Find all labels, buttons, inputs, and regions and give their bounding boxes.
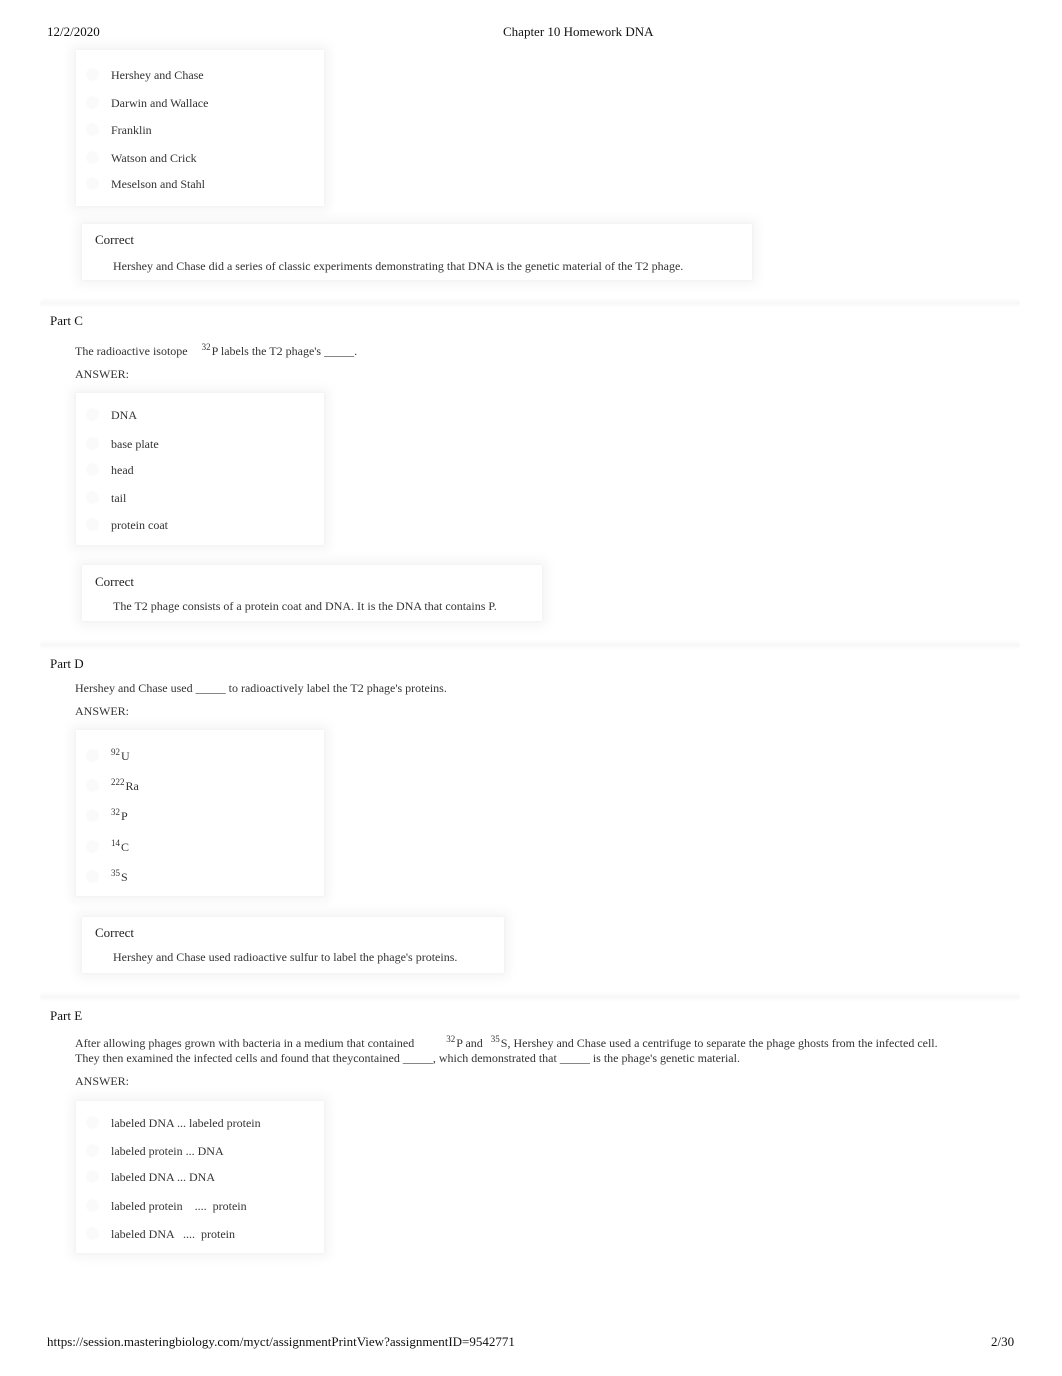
part-b-option-1[interactable]: Hershey and Chase [111,68,204,83]
part-b-option-4[interactable]: Watson and Crick [111,151,197,166]
part-c-option-4[interactable]: tail [111,491,126,506]
element-symbol: P [121,809,128,823]
part-c-option-5[interactable]: protein coat [111,518,168,533]
part-d-radio-2[interactable] [86,779,99,792]
part-b-radio-4[interactable] [86,151,99,164]
part-c-radio-4[interactable] [86,491,99,504]
section-divider [40,992,1020,1002]
part-c-answer-label: ANSWER: [75,367,129,381]
part-b-radio-3[interactable] [86,123,99,136]
part-e-question-line1: After allowing phages grown with bacteri… [75,1034,938,1051]
part-b-option-5[interactable]: Meselson and Stahl [111,177,205,192]
part-c-feedback-title: Correct [95,574,134,589]
part-b-radio-1[interactable] [86,68,99,81]
part-e-option-4[interactable]: labeled protein .... protein [111,1199,247,1214]
section-divider [40,298,1020,308]
part-b-radio-2[interactable] [86,96,99,109]
part-e-option-3[interactable]: labeled DNA ... DNA [111,1170,215,1185]
part-c-title: Part C [50,313,83,328]
part-e-radio-4[interactable] [86,1199,99,1212]
part-c-radio-3[interactable] [86,463,99,476]
part-e-radio-5[interactable] [86,1227,99,1240]
part-e-radio-1[interactable] [86,1116,99,1129]
part-d-radio-1[interactable] [86,749,99,762]
page-url: https://session.masteringbiology.com/myc… [47,1334,515,1349]
page-title: Chapter 10 Homework DNA [503,24,654,39]
part-c-question-pre: The radioactive isotope [75,344,188,358]
part-e-radio-2[interactable] [86,1144,99,1157]
element-symbol: U [121,749,130,763]
part-e-option-5[interactable]: labeled DNA .... protein [111,1227,235,1242]
part-d-option-5[interactable]: 35S [111,868,128,885]
mass-number: 92 [111,747,120,757]
part-d-radio-4[interactable] [86,840,99,853]
part-b-feedback-text: Hershey and Chase did a series of classi… [113,259,684,273]
part-d-title: Part D [50,656,84,671]
isotope-mass-number: 32 [446,1034,456,1044]
part-e-title: Part E [50,1008,83,1023]
isotope-mass-number: 32 [201,342,211,352]
mass-number: 32 [111,807,120,817]
mass-number: 35 [111,868,120,878]
part-c-question: The radioactive isotope 32P labels the T2… [75,342,358,359]
page-number: 2/30 [991,1334,1015,1349]
part-c-option-1[interactable]: DNA [111,408,137,423]
mass-number: 14 [111,838,120,848]
part-c-radio-5[interactable] [86,518,99,531]
part-e-option-2[interactable]: labeled protein ... DNA [111,1144,224,1159]
part-c-option-3[interactable]: head [111,463,134,478]
part-c-option-2[interactable]: base plate [111,437,159,452]
part-d-feedback-title: Correct [95,925,134,940]
part-d-question: Hershey and Chase used _____ to radioact… [75,681,447,695]
part-b-radio-5[interactable] [86,177,99,190]
part-b-feedback-title: Correct [95,232,134,247]
part-d-radio-3[interactable] [86,809,99,822]
part-d-option-3[interactable]: 32P [111,807,128,824]
part-c-question-post: P labels the T2 phage's _____. [211,344,358,358]
part-d-radio-5[interactable] [86,870,99,883]
part-e-radio-3[interactable] [86,1170,99,1183]
part-c-feedback-text: The T2 phage consists of a protein coat … [113,599,497,613]
part-b-option-2[interactable]: Darwin and Wallace [111,96,208,111]
section-divider [40,640,1020,650]
part-e-question-mid: P and [456,1036,483,1050]
element-symbol: S [121,870,128,884]
part-c-radio-2[interactable] [86,437,99,450]
part-e-question-line2: They then examined the infected cells an… [75,1051,740,1065]
mass-number: 222 [111,777,125,787]
element-symbol: C [121,840,130,854]
part-e-answer-label: ANSWER: [75,1074,129,1088]
part-e-option-1[interactable]: labeled DNA ... labeled protein [111,1116,261,1131]
print-date: 12/2/2020 [47,24,100,39]
isotope-mass-number: 35 [490,1034,500,1044]
part-c-radio-1[interactable] [86,408,99,421]
element-symbol: Ra [125,779,139,793]
part-d-option-4[interactable]: 14C [111,838,130,855]
part-d-feedback-text: Hershey and Chase used radioactive sulfu… [113,950,458,964]
part-d-option-1[interactable]: 92U [111,747,130,764]
part-e-question-post: S, Hershey and Chase used a centrifuge t… [500,1036,938,1050]
part-d-option-2[interactable]: 222Ra [111,777,139,794]
part-e-question-pre: After allowing phages grown with bacteri… [75,1036,415,1050]
part-b-option-3[interactable]: Franklin [111,123,152,138]
part-d-answer-label: ANSWER: [75,704,129,718]
